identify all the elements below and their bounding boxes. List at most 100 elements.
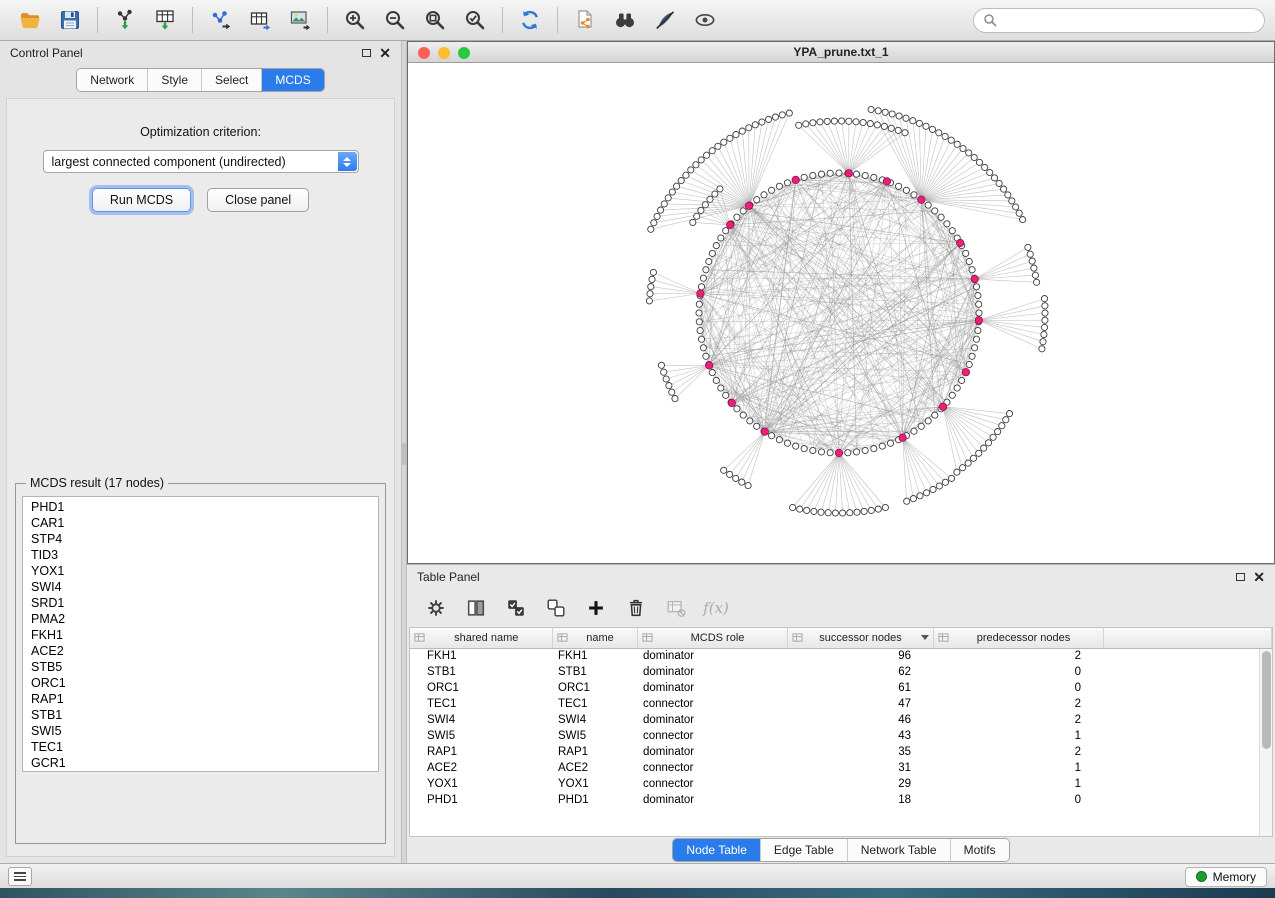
cell-successor-nodes[interactable]: 46: [787, 712, 933, 728]
cell-mcds-role[interactable]: dominator: [637, 648, 787, 664]
table-row[interactable]: ACE2ACE2connector311: [410, 760, 1272, 776]
delete-column-button[interactable]: [621, 594, 651, 622]
criterion-dropdown[interactable]: largest connected component (undirected): [43, 150, 359, 173]
show-hide-button[interactable]: [685, 4, 725, 36]
tab-network-table[interactable]: Network Table: [847, 839, 950, 861]
refresh-view-button[interactable]: [510, 4, 550, 36]
export-table-button[interactable]: [240, 4, 280, 36]
create-column-button[interactable]: [581, 594, 611, 622]
cell-mcds-role[interactable]: dominator: [637, 792, 787, 808]
cell-successor-nodes[interactable]: 31: [787, 760, 933, 776]
cell-successor-nodes[interactable]: 96: [787, 648, 933, 664]
tab-motifs[interactable]: Motifs: [950, 839, 1009, 861]
cell-mcds-role[interactable]: connector: [637, 776, 787, 792]
export-image-button[interactable]: [280, 4, 320, 36]
mcds-result-item[interactable]: STB1: [31, 707, 378, 723]
mcds-result-item[interactable]: TEC1: [31, 739, 378, 755]
cell-mcds-role[interactable]: dominator: [637, 712, 787, 728]
column-header-successor-nodes[interactable]: successor nodes: [787, 628, 933, 648]
mcds-result-item[interactable]: SWI5: [31, 723, 378, 739]
graphics-details-button[interactable]: [645, 4, 685, 36]
cell-name[interactable]: RAP1: [552, 744, 637, 760]
close-panel-icon[interactable]: ✕: [379, 46, 391, 60]
cell-shared-name[interactable]: PHD1: [410, 792, 552, 808]
mcds-result-item[interactable]: ACE2: [31, 643, 378, 659]
tab-mcds[interactable]: MCDS: [261, 69, 323, 91]
cell-name[interactable]: SWI4: [552, 712, 637, 728]
column-header-shared-name[interactable]: shared name: [410, 628, 552, 648]
cell-shared-name[interactable]: YOX1: [410, 776, 552, 792]
cell-mcds-role[interactable]: connector: [637, 728, 787, 744]
save-session-button[interactable]: [50, 4, 90, 36]
mcds-result-item[interactable]: PMA2: [31, 611, 378, 627]
zoom-out-button[interactable]: [375, 4, 415, 36]
float-panel-icon[interactable]: [362, 49, 371, 57]
zoom-selected-button[interactable]: [455, 4, 495, 36]
cell-mcds-role[interactable]: dominator: [637, 680, 787, 696]
mcds-result-list[interactable]: PHD1CAR1STP4TID3YOX1SWI4SRD1PMA2FKH1ACE2…: [22, 496, 379, 772]
cell-mcds-role[interactable]: dominator: [637, 664, 787, 680]
cell-successor-nodes[interactable]: 18: [787, 792, 933, 808]
table-scrollbar[interactable]: [1259, 649, 1272, 836]
cell-name[interactable]: ACE2: [552, 760, 637, 776]
run-mcds-button[interactable]: Run MCDS: [92, 188, 191, 212]
column-header-mcds-role[interactable]: MCDS role: [637, 628, 787, 648]
task-history-button[interactable]: [8, 867, 32, 886]
cell-predecessor-nodes[interactable]: 0: [933, 664, 1103, 680]
mcds-result-item[interactable]: YOX1: [31, 563, 378, 579]
mcds-result-item[interactable]: STP4: [31, 531, 378, 547]
clone-network-button[interactable]: [565, 4, 605, 36]
column-header-predecessor-nodes[interactable]: predecessor nodes: [933, 628, 1103, 648]
cell-predecessor-nodes[interactable]: 0: [933, 792, 1103, 808]
cell-name[interactable]: YOX1: [552, 776, 637, 792]
cell-predecessor-nodes[interactable]: 1: [933, 776, 1103, 792]
mcds-result-item[interactable]: RAP1: [31, 691, 378, 707]
export-network-button[interactable]: [200, 4, 240, 36]
mcds-result-item[interactable]: PHD1: [31, 499, 378, 515]
mcds-result-item[interactable]: STB5: [31, 659, 378, 675]
import-table-button[interactable]: [145, 4, 185, 36]
cell-predecessor-nodes[interactable]: 2: [933, 744, 1103, 760]
cell-shared-name[interactable]: ORC1: [410, 680, 552, 696]
mcds-result-item[interactable]: FKH1: [31, 627, 378, 643]
table-settings-button[interactable]: [421, 594, 451, 622]
scrollbar-thumb[interactable]: [1262, 651, 1271, 749]
mcds-result-item[interactable]: SRD1: [31, 595, 378, 611]
cell-name[interactable]: PHD1: [552, 792, 637, 808]
cell-mcds-role[interactable]: connector: [637, 760, 787, 776]
zoom-fit-button[interactable]: [415, 4, 455, 36]
close-panel-button[interactable]: Close panel: [207, 188, 309, 212]
table-row[interactable]: ORC1ORC1dominator610: [410, 680, 1272, 696]
select-all-columns-button[interactable]: [501, 594, 531, 622]
table-row[interactable]: SWI4SWI4dominator462: [410, 712, 1272, 728]
tab-select[interactable]: Select: [201, 69, 261, 91]
tab-network[interactable]: Network: [77, 69, 147, 91]
cell-name[interactable]: ORC1: [552, 680, 637, 696]
tab-edge-table[interactable]: Edge Table: [760, 839, 847, 861]
cell-predecessor-nodes[interactable]: 0: [933, 680, 1103, 696]
window-zoom-icon[interactable]: [458, 47, 470, 59]
table-row[interactable]: TEC1TEC1connector472: [410, 696, 1272, 712]
table-row[interactable]: SWI5SWI5connector431: [410, 728, 1272, 744]
find-button[interactable]: [605, 4, 645, 36]
deselect-all-columns-button[interactable]: [541, 594, 571, 622]
cell-mcds-role[interactable]: connector: [637, 696, 787, 712]
table-row[interactable]: YOX1YOX1connector291: [410, 776, 1272, 792]
cell-predecessor-nodes[interactable]: 1: [933, 760, 1103, 776]
cell-successor-nodes[interactable]: 62: [787, 664, 933, 680]
cell-shared-name[interactable]: ACE2: [410, 760, 552, 776]
window-close-icon[interactable]: [418, 47, 430, 59]
panel-splitter[interactable]: [401, 41, 407, 863]
search-box[interactable]: [973, 8, 1265, 33]
cell-shared-name[interactable]: SWI4: [410, 712, 552, 728]
network-graph[interactable]: [408, 63, 1274, 563]
table-row[interactable]: FKH1FKH1dominator962: [410, 648, 1272, 664]
cell-predecessor-nodes[interactable]: 2: [933, 696, 1103, 712]
cell-name[interactable]: SWI5: [552, 728, 637, 744]
mcds-result-item[interactable]: ORC1: [31, 675, 378, 691]
cell-predecessor-nodes[interactable]: 2: [933, 712, 1103, 728]
cell-predecessor-nodes[interactable]: 2: [933, 648, 1103, 664]
cell-successor-nodes[interactable]: 43: [787, 728, 933, 744]
cell-successor-nodes[interactable]: 29: [787, 776, 933, 792]
import-network-button[interactable]: [105, 4, 145, 36]
